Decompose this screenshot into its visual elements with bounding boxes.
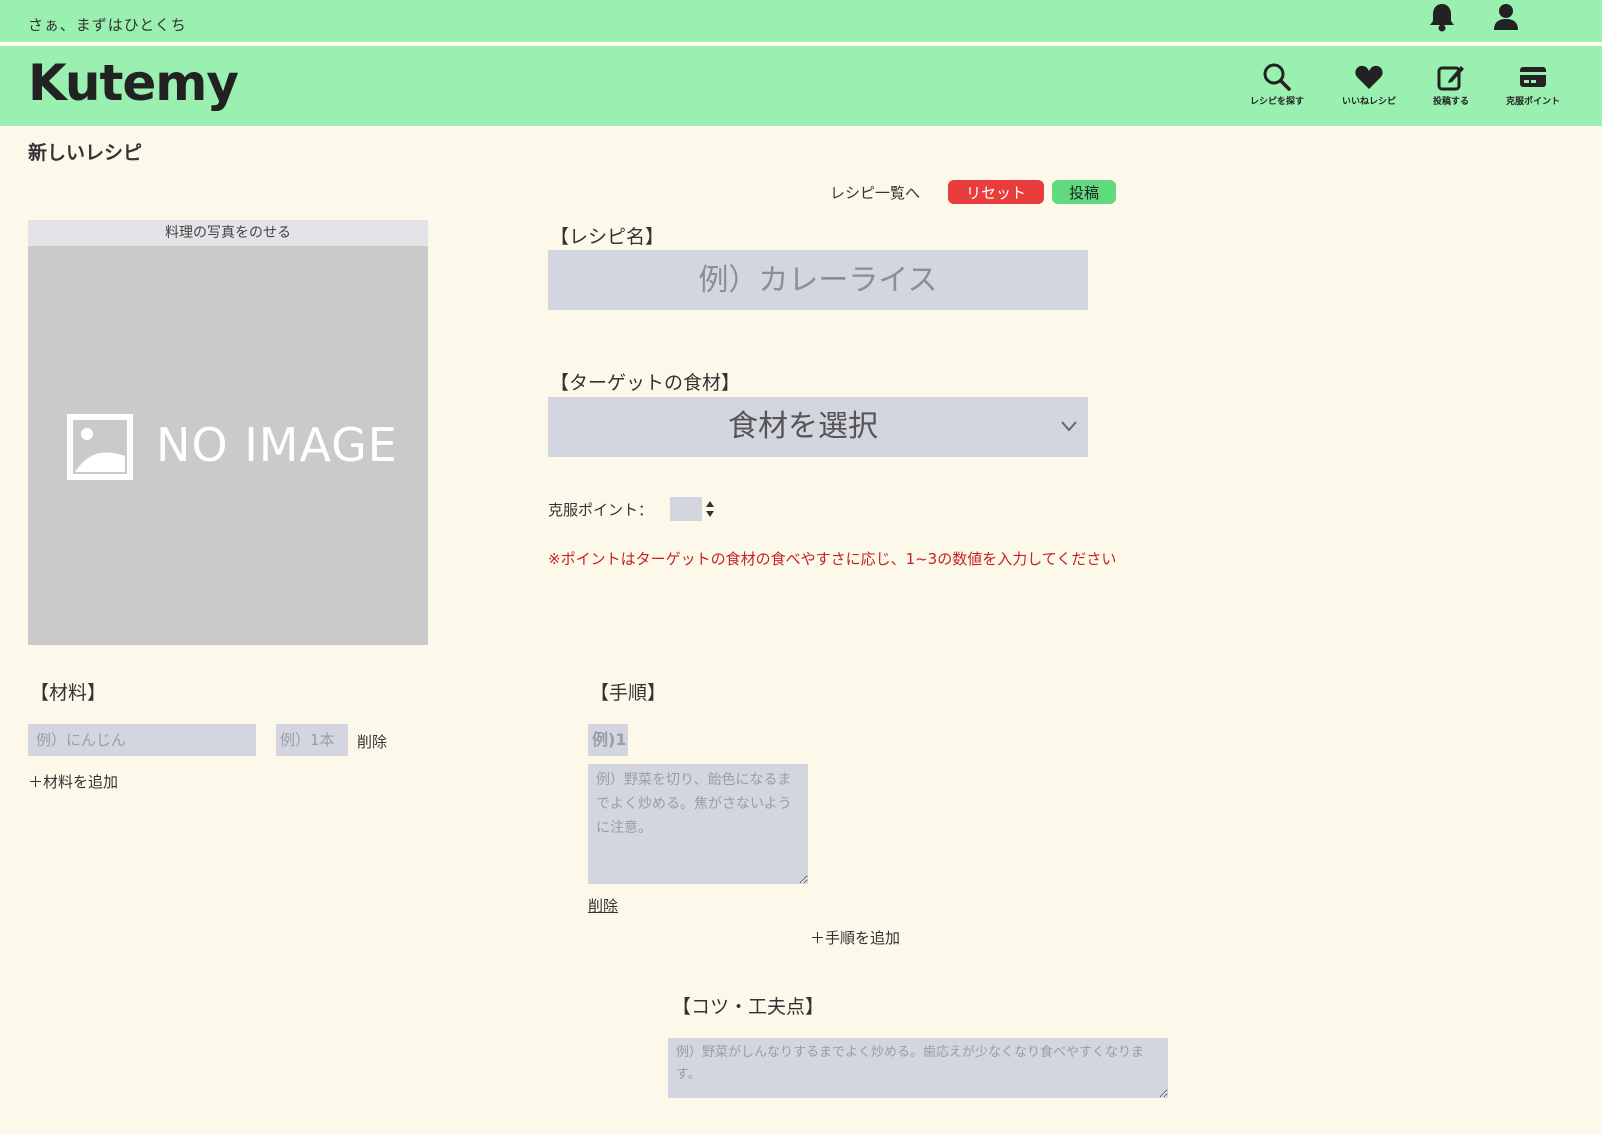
tips-label: 【コツ・工夫点】 (672, 996, 825, 1018)
nav-search-recipes[interactable]: レシピを探す (1232, 62, 1322, 107)
points-input[interactable] (670, 497, 702, 521)
search-icon (1263, 63, 1291, 91)
points-label: 克服ポイント： (548, 501, 654, 519)
nav-bar: Kutemy レシピを探す いいねレシピ 投稿する 克服ポイント (0, 46, 1602, 126)
ingredient-qty-input[interactable] (276, 724, 348, 756)
add-step-link[interactable]: ＋手順を追加 (810, 927, 900, 948)
target-ingredient-selected: 食材を選択 (728, 409, 878, 444)
target-ingredient-select[interactable]: 食材を選択 (548, 397, 1088, 457)
user-icon[interactable] (1492, 2, 1520, 32)
chevron-down-icon (1061, 421, 1077, 432)
ingredient-delete-link[interactable]: 削除 (357, 731, 387, 752)
ingredient-name-input[interactable] (28, 724, 256, 756)
points-note: ※ポイントはターゲットの食材の食べやすさに応じ、1~3の数値を入力してください (548, 550, 1117, 568)
photo-label: 料理の写真をのせる (28, 220, 428, 246)
target-ingredient-label: 【ターゲットの食材】 (550, 372, 741, 394)
step-number-input[interactable]: 例)1 (588, 724, 628, 756)
reset-button[interactable]: リセット (948, 180, 1044, 204)
tagline: さぁ、まずはひとくち (28, 16, 187, 34)
nav-label: レシピを探す (1249, 97, 1304, 107)
nav-liked-recipes[interactable]: いいねレシピ (1324, 62, 1414, 107)
points-stepper[interactable] (702, 497, 718, 521)
nav-label: 投稿する (1432, 97, 1469, 107)
recipe-name-input[interactable] (548, 250, 1088, 310)
no-image-text: NO IMAGE (156, 418, 398, 472)
nav-points[interactable]: 克服ポイント (1488, 62, 1578, 107)
bell-icon[interactable] (1428, 2, 1456, 32)
nav-post[interactable]: 投稿する (1406, 62, 1496, 107)
photo-upload[interactable]: 料理の写真をのせる NO IMAGE (28, 220, 428, 645)
add-ingredient-link[interactable]: ＋材料を追加 (28, 771, 118, 792)
back-to-list-link[interactable]: レシピ一覧へ (830, 182, 920, 203)
logo[interactable]: Kutemy (28, 54, 239, 112)
ingredients-label: 【材料】 (30, 682, 107, 704)
step-delete-link[interactable]: 削除 (588, 895, 618, 916)
image-placeholder-icon (67, 414, 133, 480)
post-button[interactable]: 投稿 (1052, 180, 1116, 204)
nav-label: いいねレシピ (1341, 97, 1396, 107)
tips-input[interactable] (668, 1038, 1168, 1098)
photo-preview: NO IMAGE (28, 246, 428, 645)
heart-icon (1355, 65, 1383, 89)
nav-label: 克服ポイント (1505, 97, 1560, 107)
card-icon (1520, 67, 1546, 87)
page-title: 新しいレシピ (28, 142, 143, 164)
step-text-input[interactable] (588, 764, 808, 884)
edit-icon (1437, 66, 1464, 91)
top-bar: さぁ、まずはひとくち (0, 0, 1602, 44)
recipe-name-label: 【レシピ名】 (550, 226, 665, 248)
steps-label: 【手順】 (590, 682, 667, 704)
